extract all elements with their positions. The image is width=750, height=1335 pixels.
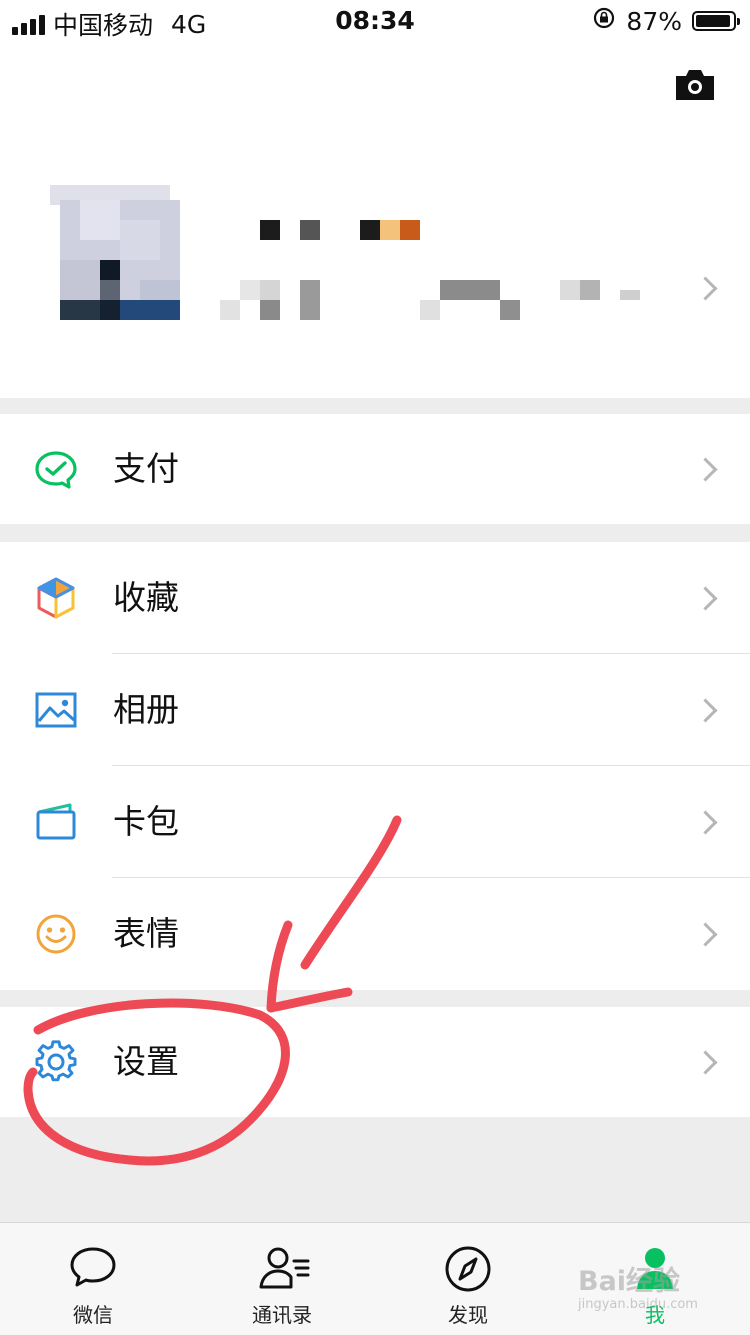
pay-section: 支付 [0,414,750,524]
gear-icon [34,1040,78,1084]
contacts-icon [259,1247,310,1289]
menu-item-settings[interactable]: 设置 [0,1007,750,1117]
status-bar: 中国移动 4G 08:34 87% [0,0,750,40]
menu-label-cards: 卡包 [113,802,179,841]
chevron-right-icon [693,922,718,947]
chevron-right-icon [693,457,718,482]
menu-label-stickers: 表情 [113,914,179,953]
menu-item-cards[interactable]: 卡包 [0,766,750,878]
menu-label-favorites: 收藏 [113,578,179,617]
menu-label-pay: 支付 [113,449,179,488]
avatar[interactable] [50,185,180,320]
menu-label-album: 相册 [113,690,179,729]
menu-item-favorites[interactable]: 收藏 [0,542,750,654]
camera-icon[interactable] [674,68,716,106]
menu-label-settings: 设置 [113,1042,179,1081]
profile-header[interactable] [0,40,750,398]
compass-icon [445,1246,491,1292]
image-icon [34,688,78,732]
card-wallet-icon [34,800,78,844]
chevron-right-icon [693,276,718,301]
tab-contacts[interactable]: 通讯录 [222,1223,342,1335]
chevron-right-icon [693,586,718,611]
rotation-lock-icon [592,6,616,36]
battery-icon [692,11,740,31]
cube-icon [34,576,78,620]
wechat-pay-icon [34,447,78,491]
tab-label-chats: 微信 [73,1303,113,1327]
chat-bubble-icon [70,1247,116,1287]
smiley-icon [34,912,78,956]
features-section: 收藏 相册 卡包 表情 [0,542,750,990]
menu-item-album[interactable]: 相册 [0,654,750,766]
watermark-line1: Bai经验 [578,1266,681,1297]
tab-discover[interactable]: 发现 [408,1223,528,1335]
tab-label-contacts: 通讯录 [252,1303,312,1327]
menu-item-stickers[interactable]: 表情 [0,878,750,990]
battery-percent: 87% [626,6,682,36]
chevron-right-icon [693,698,718,723]
watermark: Bai经验 jingyan.baidu.com [578,1267,728,1313]
chevron-right-icon [693,810,718,835]
bottom-tab-bar: 微信 通讯录 发现 我 Bai经验 jingyan.baidu.com [0,1222,750,1335]
chevron-right-icon [693,1050,718,1075]
tab-chats[interactable]: 微信 [33,1223,153,1335]
tab-label-discover: 发现 [448,1303,488,1327]
watermark-line2: jingyan.baidu.com [578,1297,698,1312]
settings-section: 设置 [0,1007,750,1117]
menu-item-pay[interactable]: 支付 [0,414,750,524]
